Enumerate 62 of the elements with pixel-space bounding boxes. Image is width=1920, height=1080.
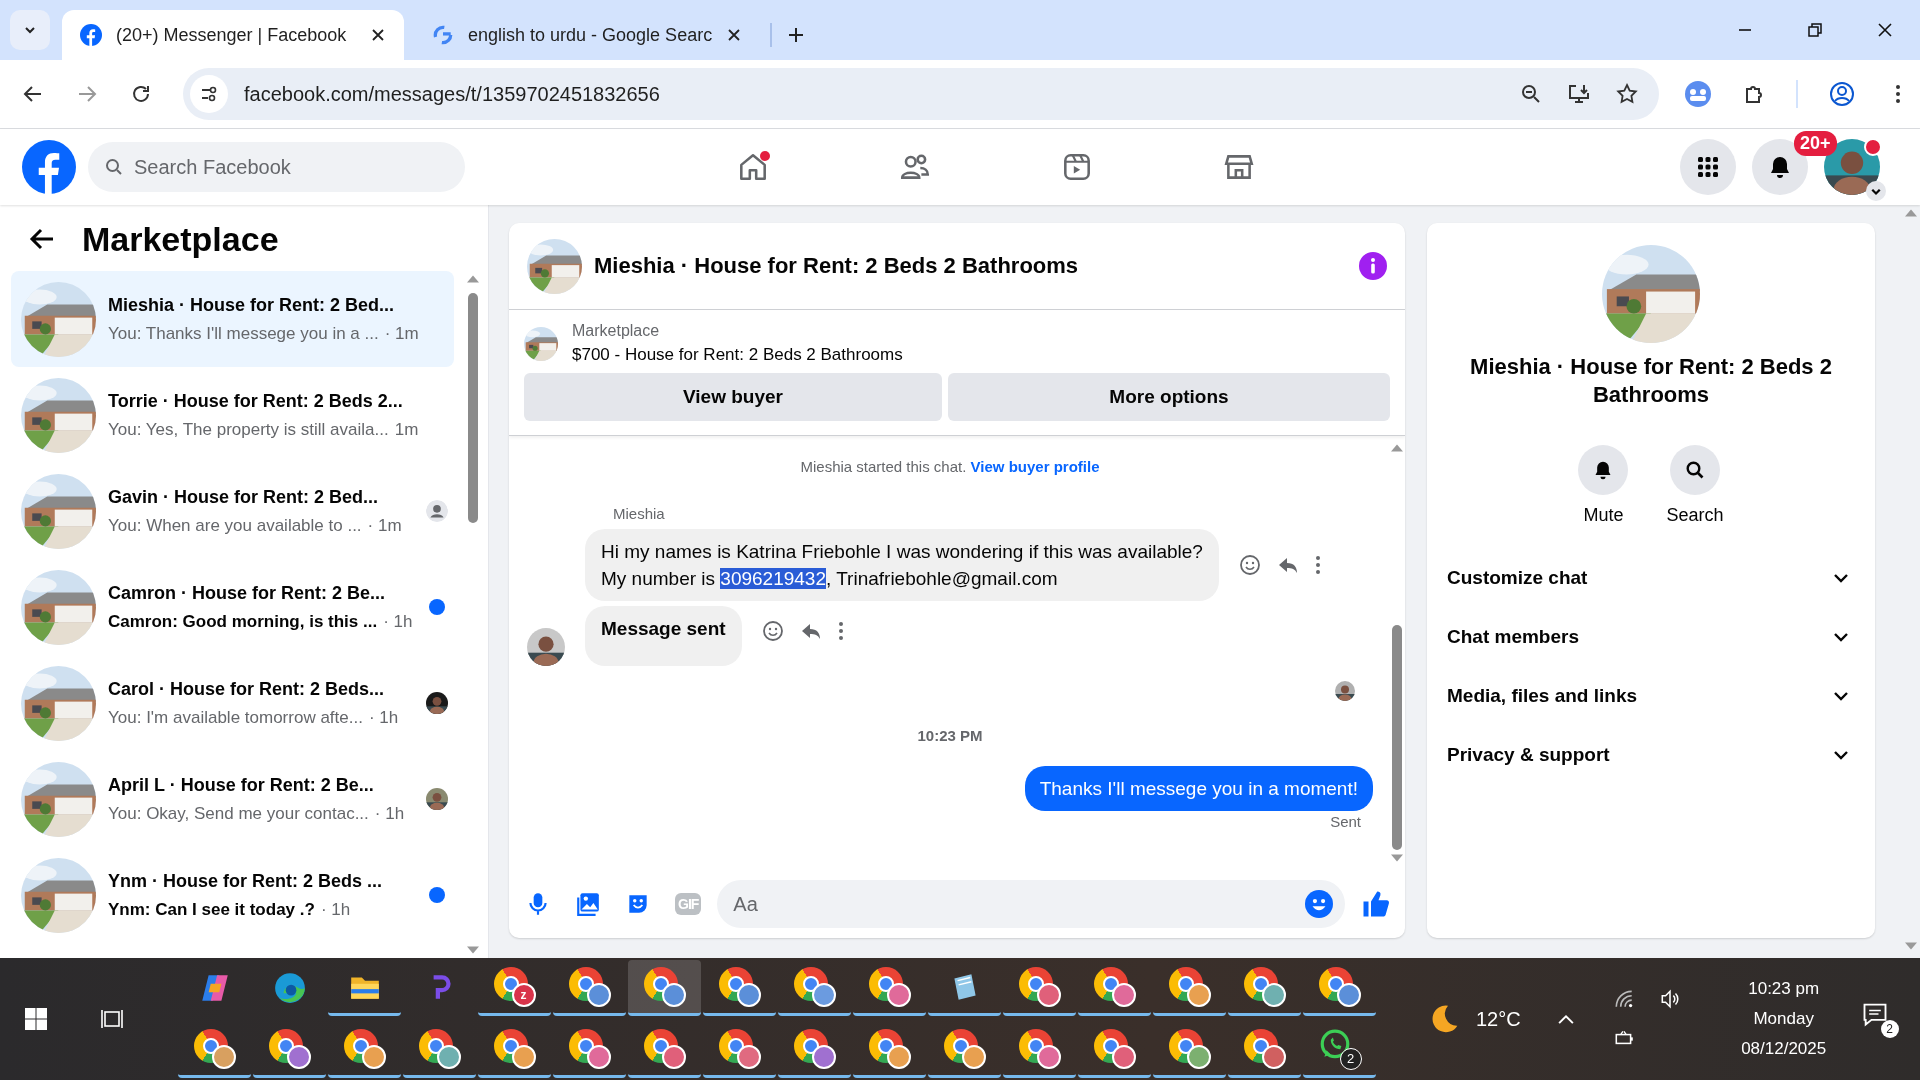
conversation-item[interactable]: Carol · House for Rent: 2 Beds... You: I'm available tomorrow afte... · 1h — [11, 655, 454, 751]
clock-day: Monday — [1753, 1009, 1814, 1029]
message-time: · 1h — [383, 611, 413, 632]
conversation-item[interactable]: Gavin · House for Rent: 2 Bed... You: When are you available to ... · 1m — [11, 463, 454, 559]
chat-start-note: Mieshia started this chat. View buyer profile — [800, 458, 1100, 475]
chat-title: Mieshia · House for Rent: 2 Beds 2 Bathrooms — [594, 253, 1079, 279]
clock-time: 10:23 pm — [1748, 979, 1820, 999]
message-preview: You: When are you available to ... — [108, 515, 362, 536]
conversation-title: Ynm · House for Rent: 2 Beds ... — [108, 870, 384, 892]
message-time: · 1h — [374, 803, 405, 824]
sender-name: Mieshia — [613, 505, 666, 522]
message-time: · 1h — [368, 707, 399, 728]
message-preview: Ynm: Can I see it today .? — [108, 899, 315, 920]
listing-title: $700 - House for Rent: 2 Beds 2 Bathrooms — [572, 345, 903, 365]
taskbar-button[interactable]: 2 — [1303, 1022, 1376, 1078]
section-header[interactable]: Customize chat — [1435, 548, 1865, 607]
tab-title: english to urdu - Google Searc — [468, 24, 713, 46]
timestamp: 10:23 PM — [917, 727, 983, 744]
conversation-item[interactable]: Mieshia · House for Rent: 2 Bed... You: Thanks I'll messege you in a ... · 1m — [11, 271, 454, 367]
delivery-status: Sent — [1330, 813, 1361, 830]
conversation-item[interactable]: April L · House for Rent: 2 Be... You: Okay, Send me your contac... · 1h — [11, 751, 454, 847]
message-time: · 1h — [320, 899, 351, 920]
view-profile-link[interactable]: View buyer profile — [970, 458, 1100, 475]
section-header[interactable]: Privacy & support — [1435, 725, 1865, 784]
notification-badge: 20+ — [1794, 131, 1837, 156]
conversation-title: Gavin · House for Rent: 2 Bed... — [108, 486, 380, 508]
listing-source: Marketplace — [572, 322, 661, 340]
taskbar-button[interactable]: z — [478, 960, 551, 1016]
browser-tab[interactable]: (20+) Messenger | Facebook — [62, 10, 404, 60]
address-bar[interactable]: facebook.com/messages/t/1359702451832656 — [183, 68, 1659, 120]
conversation-item[interactable]: Ynm · House for Rent: 2 Beds ... Ynm: Can I see it today .? · 1h — [11, 847, 454, 943]
message-bubble: Message sent — [585, 606, 742, 666]
conversation-title: Camron · House for Rent: 2 Be... — [108, 582, 387, 604]
action-label: Mute — [1583, 505, 1624, 526]
tab-title: (20+) Messenger | Facebook — [116, 24, 348, 46]
weather-temperature: 12°C — [1476, 1007, 1521, 1031]
message-time: · 1m — [384, 323, 419, 344]
action-button[interactable]: More options — [948, 373, 1390, 421]
url-text: facebook.com/messages/t/1359702451832656 — [244, 82, 660, 106]
action-label: Search — [1666, 505, 1724, 526]
message-preview: You: Okay, Send me your contac... — [108, 803, 369, 824]
message-preview: You: I'm available tomorrow afte... — [108, 707, 363, 728]
conversation-title: April L · House for Rent: 2 Be... — [108, 774, 375, 796]
browser-tab[interactable]: english to urdu - Google Searc — [414, 10, 761, 60]
message-bubble: Hi my names is Katrina Friebohle I was wondering if this was available? My number is 3096219432, Trinafriebohle@gmail.com — [585, 529, 1219, 601]
message-preview: You: Thanks I'll messege you in a ... — [108, 323, 379, 344]
conversation-title: Mieshia · House for Rent: 2 Bed... — [108, 294, 396, 316]
conversation-item[interactable]: Camron · House for Rent: 2 Be... Camron: Good morning, is this ... · 1h — [11, 559, 454, 655]
conversation-item[interactable]: Torrie · House for Rent: 2 Beds 2... You: Yes, The property is still availa... 1m — [11, 367, 454, 463]
message-preview: You: Yes, The property is still availa... — [108, 419, 389, 440]
message-time: 1m — [394, 419, 419, 440]
message-bubble: Thanks I'll messege you in a moment! — [1024, 766, 1373, 811]
conversation-title: Carol · House for Rent: 2 Beds... — [108, 678, 386, 700]
conversation-title: Torrie · House for Rent: 2 Beds 2... — [108, 390, 404, 412]
panel-title: Marketplace — [82, 219, 279, 259]
section-header[interactable]: Chat members — [1435, 607, 1865, 666]
action-button[interactable]: View buyer — [524, 373, 942, 421]
section-header[interactable]: Media, files and links — [1435, 666, 1865, 725]
clock-date: 08/12/2025 — [1741, 1039, 1827, 1059]
conversation-name: Mieshia · House for Rent: 2 Beds 2 Bathrooms — [1469, 353, 1833, 409]
message-preview: Camron: Good morning, is this ... — [108, 611, 378, 632]
message-time: · 1m — [367, 515, 402, 536]
